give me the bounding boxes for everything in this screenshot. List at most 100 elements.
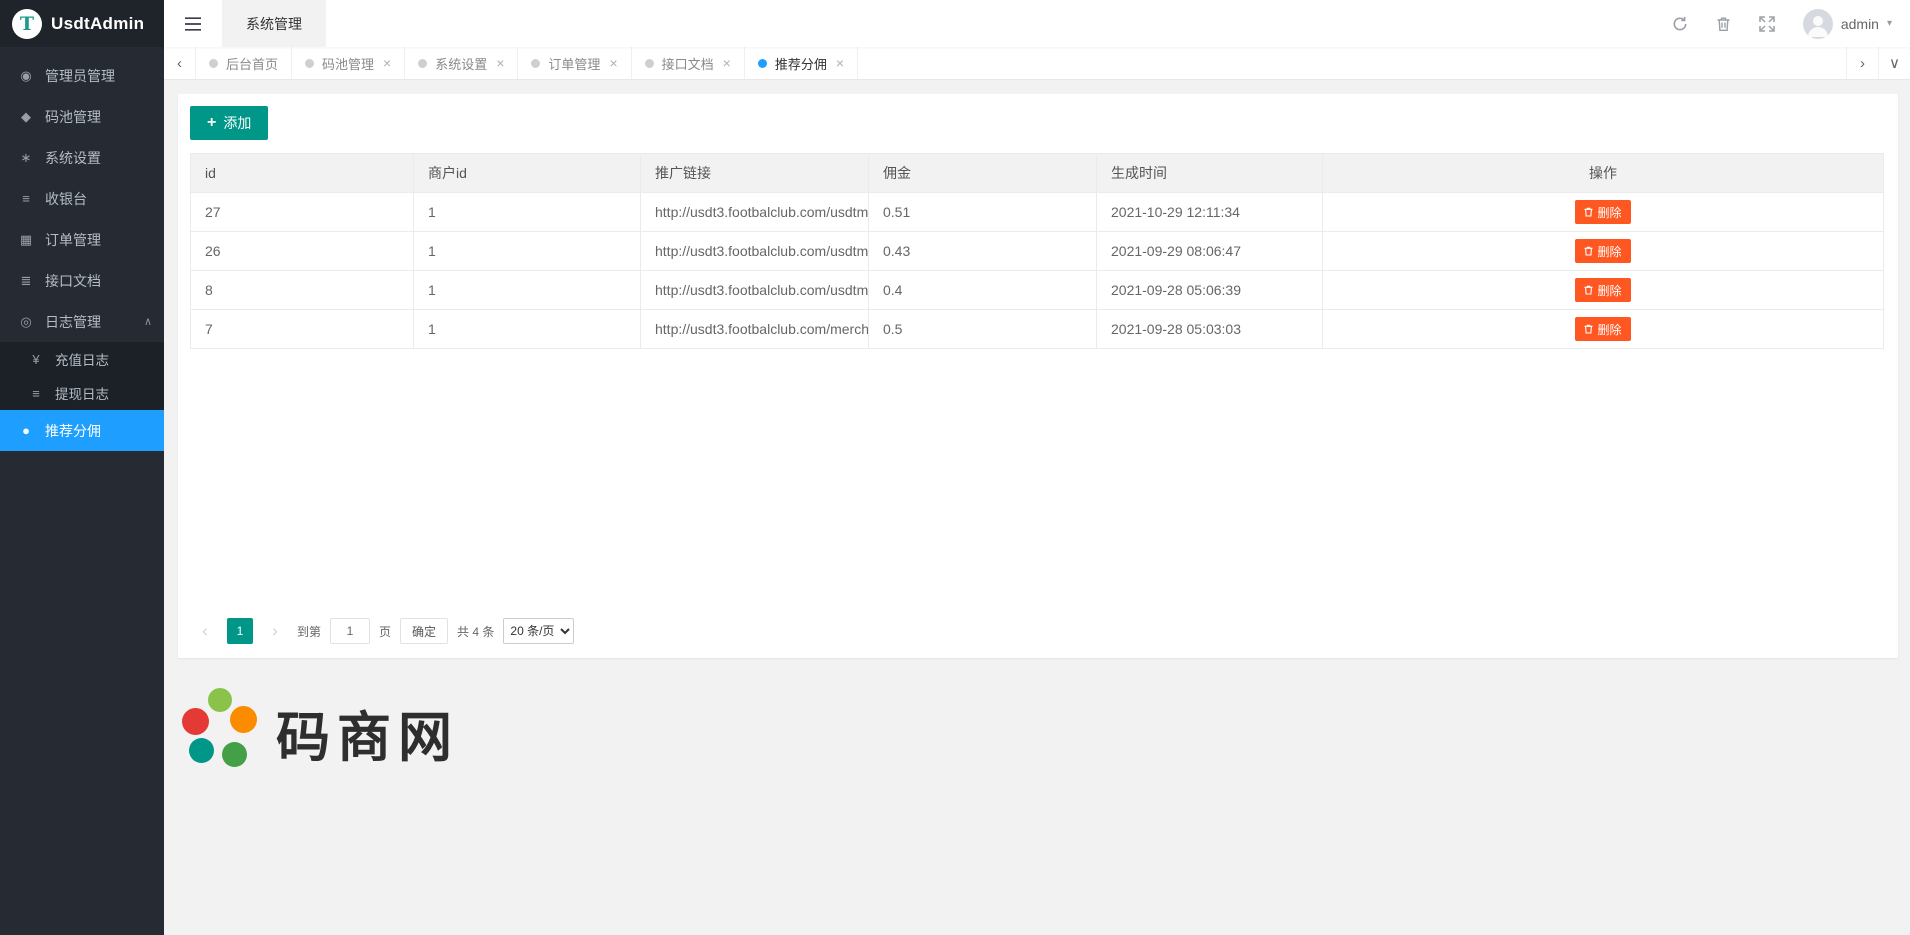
fullscreen-icon[interactable] (1759, 16, 1775, 32)
sidebar-item-log-manage[interactable]: ◎ 日志管理 ∧ (0, 301, 164, 342)
refresh-icon[interactable] (1672, 16, 1688, 32)
col-header-link: 推广链接 (641, 154, 869, 193)
cell-link: http://usdt3.footbalclub.com/usdtmer... (641, 193, 869, 232)
tabs-scroll-left-icon[interactable]: ‹ (164, 47, 196, 79)
pagination: ‹ 1 › 到第 页 确定 共 4 条 20 条/页 (190, 608, 1884, 646)
sidebar-item-recharge-log[interactable]: ¥ 充值日志 (0, 342, 164, 376)
referral-commission-panel: + 添加 id 商户id 推广链接 佣金 生成时间 (178, 94, 1898, 658)
dot-icon: ● (18, 423, 34, 438)
brand-header: T UsdtAdmin (0, 0, 164, 47)
sidebar-item-label: 系统设置 (45, 148, 101, 168)
col-header-created: 生成时间 (1097, 154, 1323, 193)
close-icon[interactable]: × (609, 55, 617, 71)
cell-commission: 0.51 (869, 193, 1097, 232)
gear-icon: ∗ (18, 150, 34, 166)
sidebar-item-withdraw-log[interactable]: ≡ 提现日志 (0, 376, 164, 410)
top-nav-system-manage[interactable]: 系统管理 (222, 0, 326, 47)
menu-toggle-icon[interactable] (164, 0, 222, 47)
col-header-merchant-id: 商户id (414, 154, 641, 193)
cell-created: 2021-09-28 05:06:39 (1097, 271, 1323, 310)
delete-button[interactable]: 删除 (1575, 200, 1630, 224)
tab-dot (418, 59, 427, 68)
tab-dot (305, 59, 314, 68)
yen-icon: ¥ (28, 352, 44, 367)
tab-dot (531, 59, 540, 68)
sidebar-item-pool-manage[interactable]: ◆ 码池管理 (0, 96, 164, 137)
sidebar-item-admin-manage[interactable]: ◉ 管理员管理 (0, 55, 164, 96)
page-next-icon[interactable]: › (262, 618, 288, 644)
tab-home[interactable]: 后台首页 (196, 47, 292, 79)
tabs-scroll-right-icon[interactable]: › (1846, 47, 1878, 79)
cell-created: 2021-09-28 05:03:03 (1097, 310, 1323, 349)
app-title: UsdtAdmin (51, 14, 144, 34)
close-icon[interactable]: × (383, 55, 391, 71)
tab-api-docs[interactable]: 接口文档 × (632, 47, 745, 79)
jump-page-input[interactable] (330, 618, 370, 644)
page-prev-icon[interactable]: ‹ (192, 618, 218, 644)
sidebar-item-referral-commission[interactable]: ● 推荐分佣 (0, 410, 164, 451)
main-area: 系统管理 admin ▾ ‹ 后台首页 (164, 0, 1910, 935)
sidebar-item-order-manage[interactable]: ▦ 订单管理 (0, 219, 164, 260)
page-number-current[interactable]: 1 (227, 618, 253, 644)
cell-created: 2021-09-29 08:06:47 (1097, 232, 1323, 271)
cell-merchant-id: 1 (414, 232, 641, 271)
delete-button-label: 删除 (1597, 243, 1621, 260)
cell-commission: 0.4 (869, 271, 1097, 310)
sidebar-item-label: 订单管理 (45, 230, 101, 250)
confirm-button[interactable]: 确定 (400, 618, 448, 644)
tab-bar: ‹ 后台首页 码池管理 × 系统设置 × 订单管理 × 接口文档 × 推荐分佣 (164, 47, 1910, 80)
sidebar-item-system-settings[interactable]: ∗ 系统设置 (0, 137, 164, 178)
top-bar: 系统管理 admin ▾ (164, 0, 1910, 47)
cell-id: 8 (191, 271, 414, 310)
chevron-up-icon: ∧ (144, 315, 152, 328)
trash-icon[interactable] (1716, 16, 1731, 32)
mashang-flower-logo-icon (182, 688, 260, 776)
delete-button[interactable]: 删除 (1575, 278, 1630, 302)
delete-button[interactable]: 删除 (1575, 317, 1630, 341)
col-header-actions: 操作 (1323, 154, 1884, 193)
table-row: 7 1 http://usdt3.footbalclub.com/merchan… (191, 310, 1884, 349)
close-icon[interactable]: × (496, 55, 504, 71)
cell-merchant-id: 1 (414, 271, 641, 310)
tabs-collapse-icon[interactable]: ∨ (1878, 47, 1910, 79)
close-icon[interactable]: × (836, 55, 844, 71)
tab-label: 后台首页 (226, 54, 278, 73)
user-icon: ◉ (18, 68, 34, 84)
tab-system-settings[interactable]: 系统设置 × (405, 47, 518, 79)
table-header-row: id 商户id 推广链接 佣金 生成时间 操作 (191, 154, 1884, 193)
tab-order-manage[interactable]: 订单管理 × (518, 47, 631, 79)
sidebar-menu: ◉ 管理员管理 ◆ 码池管理 ∗ 系统设置 ≡ 收银台 ▦ 订单管理 ≣ 接口文… (0, 47, 164, 935)
document-icon: ≣ (18, 273, 34, 289)
add-button[interactable]: + 添加 (190, 106, 268, 140)
delete-button-label: 删除 (1597, 204, 1621, 221)
list-icon: ≡ (18, 191, 34, 206)
tab-pool-manage[interactable]: 码池管理 × (292, 47, 405, 79)
footer: 码商网 (178, 658, 1898, 776)
tab-referral-commission[interactable]: 推荐分佣 × (745, 47, 858, 79)
caret-down-icon: ▾ (1887, 18, 1892, 29)
sidebar-item-cashier[interactable]: ≡ 收银台 (0, 178, 164, 219)
cell-created: 2021-10-29 12:11:34 (1097, 193, 1323, 232)
username: admin (1841, 16, 1879, 32)
table-row: 8 1 http://usdt3.footbalclub.com/usdtmer… (191, 271, 1884, 310)
sidebar-item-label: 充值日志 (55, 349, 109, 369)
user-menu[interactable]: admin ▾ (1803, 9, 1892, 39)
cell-commission: 0.43 (869, 232, 1097, 271)
tab-label: 订单管理 (548, 54, 600, 73)
delete-button[interactable]: 删除 (1575, 239, 1630, 263)
delete-button-label: 删除 (1597, 321, 1621, 338)
tab-dot (645, 59, 654, 68)
total-count-label: 共 4 条 (457, 623, 494, 640)
plus-icon: + (207, 115, 216, 131)
cell-link: http://usdt3.footbalclub.com/usdtmer... (641, 232, 869, 271)
tab-label: 系统设置 (435, 54, 487, 73)
page-size-select[interactable]: 20 条/页 (503, 618, 574, 644)
log-manage-submenu: ¥ 充值日志 ≡ 提现日志 (0, 342, 164, 410)
sidebar-item-api-docs[interactable]: ≣ 接口文档 (0, 260, 164, 301)
footer-logo-text: 码商网 (276, 693, 459, 772)
table-container: id 商户id 推广链接 佣金 生成时间 操作 27 1 http://usdt (190, 153, 1884, 608)
cell-merchant-id: 1 (414, 310, 641, 349)
tab-label: 码池管理 (322, 54, 374, 73)
close-icon[interactable]: × (723, 55, 731, 71)
content-area: + 添加 id 商户id 推广链接 佣金 生成时间 (164, 80, 1910, 776)
